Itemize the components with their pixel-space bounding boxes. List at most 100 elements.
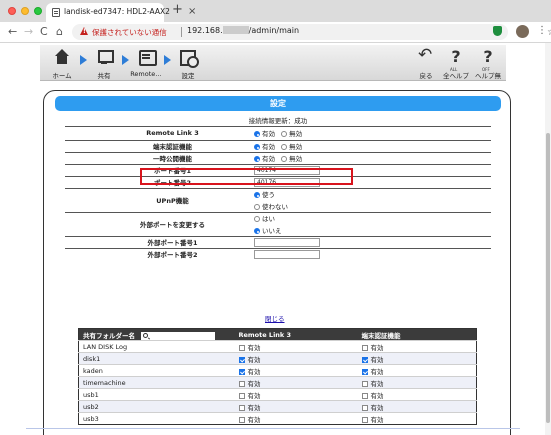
remote-link-checkbox[interactable] bbox=[238, 368, 245, 375]
back-arrow-icon[interactable]: ← bbox=[8, 25, 17, 38]
auth-cell: 有効 bbox=[357, 412, 477, 425]
tab-title: landisk-ed7347: HDL2-AAX2 bbox=[64, 7, 170, 16]
avatar[interactable] bbox=[516, 25, 529, 38]
checkbox-label: 有効 bbox=[370, 367, 384, 376]
auth-checkbox[interactable] bbox=[361, 392, 368, 399]
radio-checked[interactable] bbox=[254, 156, 260, 162]
remote-link-checkbox[interactable] bbox=[238, 344, 245, 351]
page-viewport: ホーム 共有 Remote… 設定 戻る ?ALL 全ヘルプ ?OFF ヘルプ無 bbox=[0, 43, 545, 435]
toolbar-home-label: ホーム bbox=[52, 72, 72, 80]
auth-checkbox[interactable] bbox=[361, 416, 368, 423]
scrollbar-thumb[interactable] bbox=[546, 133, 550, 423]
remote-cell: 有効 bbox=[234, 388, 358, 401]
bookmark-star-icon[interactable]: ☆ bbox=[547, 27, 551, 38]
ext-port2-input[interactable] bbox=[254, 249, 320, 259]
auth-checkbox[interactable] bbox=[361, 344, 368, 351]
ext-port-yes[interactable]: はい bbox=[254, 213, 491, 223]
window-titlebar: landisk-ed7347: HDL2-AAX2 × + bbox=[0, 0, 551, 22]
table-row: kaden 有効 有効 bbox=[78, 364, 477, 377]
toolbar-settings[interactable]: 設定 bbox=[170, 48, 206, 80]
remote-link-checkbox[interactable] bbox=[238, 416, 245, 423]
divider bbox=[26, 428, 520, 429]
radio-checked[interactable] bbox=[254, 192, 260, 198]
toolbar-remote[interactable]: Remote… bbox=[128, 48, 164, 78]
security-warning[interactable]: 保護されていない通信 bbox=[92, 27, 167, 38]
toolbar-help-off[interactable]: ? OFF ヘルプ無 bbox=[470, 48, 506, 81]
remote-link-enable[interactable]: 有効 bbox=[254, 130, 275, 138]
folder-name-header: 共有フォルダー名 bbox=[78, 328, 235, 341]
browser-menu-icon[interactable]: ⋮ bbox=[537, 25, 547, 36]
home-icon[interactable]: ⌂ bbox=[56, 25, 63, 38]
scrollbar[interactable] bbox=[545, 43, 551, 435]
radio-unchecked[interactable] bbox=[281, 156, 288, 162]
settings-icon bbox=[179, 48, 199, 68]
radio-unchecked[interactable] bbox=[254, 216, 260, 222]
remote-link-options: 有効 無効 bbox=[250, 125, 491, 140]
folder-name: usb3 bbox=[78, 412, 235, 425]
address-bar: ← → C ⌂ 保護されていない通信 192.168./admin/main ☆… bbox=[0, 22, 551, 43]
remote-link-disable[interactable]: 無効 bbox=[281, 130, 302, 138]
new-tab-button[interactable]: + bbox=[172, 2, 183, 17]
auth-checkbox[interactable] bbox=[361, 368, 368, 375]
temp-public-options: 有効 無効 bbox=[250, 151, 491, 164]
remote-link-header: Remote Link 3 bbox=[234, 328, 358, 341]
close-link[interactable]: 閉じる bbox=[265, 313, 285, 323]
auth-options: 有効 無効 bbox=[250, 139, 491, 152]
share-folder-icon bbox=[95, 48, 114, 66]
radio-checked[interactable] bbox=[254, 131, 260, 137]
ext-port-no[interactable]: いいえ bbox=[254, 225, 491, 235]
radio-unchecked[interactable] bbox=[254, 204, 260, 210]
toolbar-share-label: 共有 bbox=[97, 72, 111, 80]
remote-cell: 有効 bbox=[234, 400, 358, 413]
minimize-window-button[interactable] bbox=[21, 7, 29, 15]
radio-unchecked[interactable] bbox=[281, 131, 288, 137]
browser-tab[interactable]: landisk-ed7347: HDL2-AAX2 × bbox=[46, 3, 196, 22]
auth-checkbox[interactable] bbox=[361, 356, 368, 363]
toolbar-home[interactable]: ホーム bbox=[44, 48, 80, 80]
checkbox-label: 有効 bbox=[370, 391, 384, 400]
remote-link-checkbox[interactable] bbox=[238, 404, 245, 411]
upnp-nouse[interactable]: 使わない bbox=[254, 201, 491, 211]
auth-header: 端末認証機能 bbox=[357, 328, 477, 341]
settings-panel: 設定 接続情報更新：成功 Remote Link 3 有効 無効 端末認証機能 … bbox=[43, 90, 511, 435]
remote-cell: 有効 bbox=[234, 364, 358, 377]
help-all-icon: ? ALL bbox=[450, 47, 461, 73]
radio-checked[interactable] bbox=[254, 144, 260, 150]
forward-arrow-icon[interactable]: → bbox=[24, 25, 33, 38]
checkbox-label: 有効 bbox=[247, 379, 261, 388]
zoom-window-button[interactable] bbox=[34, 7, 42, 15]
upnp-use[interactable]: 使う bbox=[254, 189, 491, 199]
folder-name: LAN DISK Log bbox=[78, 340, 235, 353]
radio-checked[interactable] bbox=[254, 228, 260, 234]
checkbox-label: 有効 bbox=[247, 343, 261, 352]
temp-public-label: 一時公開機能 bbox=[65, 151, 250, 164]
auth-disable[interactable]: 無効 bbox=[281, 143, 302, 151]
toolbar-share[interactable]: 共有 bbox=[86, 48, 122, 80]
auth-checkbox[interactable] bbox=[361, 404, 368, 411]
reload-icon[interactable]: C bbox=[40, 25, 48, 38]
url-field[interactable]: 保護されていない通信 192.168./admin/main ☆ bbox=[72, 24, 551, 40]
temp-public-enable[interactable]: 有効 bbox=[254, 155, 275, 163]
nas-toolbar: ホーム 共有 Remote… 設定 戻る ?ALL 全ヘルプ ?OFF ヘルプ無 bbox=[40, 45, 506, 81]
auth-label: 端末認証機能 bbox=[65, 139, 250, 152]
toolbar-settings-label: 設定 bbox=[181, 72, 195, 80]
auth-checkbox[interactable] bbox=[361, 380, 368, 387]
remote-cell: 有効 bbox=[234, 376, 358, 389]
close-window-button[interactable] bbox=[8, 7, 16, 15]
panel-title: 設定 bbox=[55, 96, 501, 111]
toolbar-help-all[interactable]: ? ALL 全ヘルプ bbox=[438, 47, 474, 81]
ext-port1-input[interactable] bbox=[254, 237, 320, 247]
remote-link-checkbox[interactable] bbox=[238, 392, 245, 399]
radio-unchecked[interactable] bbox=[281, 144, 288, 150]
remote-link-checkbox[interactable] bbox=[238, 380, 245, 387]
folder-search-input[interactable] bbox=[141, 331, 215, 340]
table-row: LAN DISK Log 有効 有効 bbox=[78, 340, 477, 353]
ext-port-label: 外部ポートを変更する bbox=[65, 211, 250, 236]
remote-link-checkbox[interactable] bbox=[238, 356, 245, 363]
tab-close-icon[interactable]: × bbox=[188, 6, 196, 17]
auth-enable[interactable]: 有効 bbox=[254, 143, 275, 151]
ext-port-options: はい いいえ bbox=[250, 211, 491, 236]
temp-public-disable[interactable]: 無効 bbox=[281, 155, 302, 163]
extension-shield-icon[interactable] bbox=[493, 26, 502, 36]
table-row: disk1 有効 有効 bbox=[78, 352, 477, 365]
